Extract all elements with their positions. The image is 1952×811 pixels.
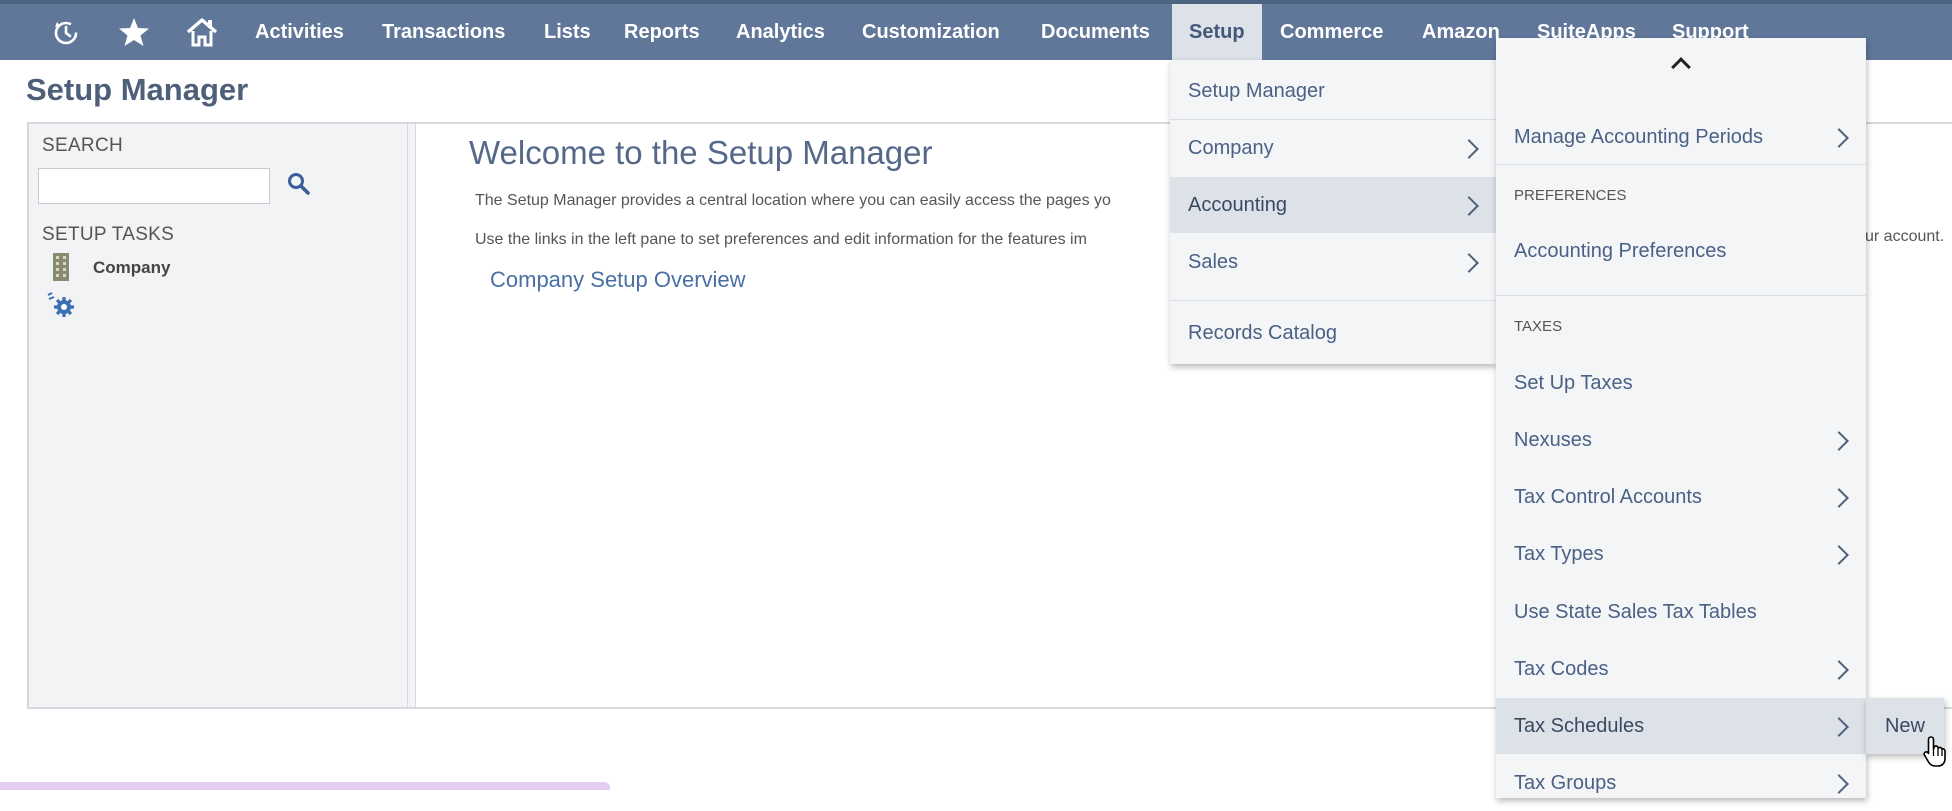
menu-item-tax-groups[interactable]: Tax Groups (1496, 755, 1866, 811)
nav-setup[interactable]: Setup (1172, 4, 1262, 60)
menu-item-accounting-preferences[interactable]: Accounting Preferences (1496, 223, 1866, 279)
menu-item-tax-codes[interactable]: Tax Codes (1496, 641, 1866, 697)
building-icon (52, 253, 70, 286)
nav-lists[interactable]: Lists (544, 4, 591, 60)
menu-item-manage-accounting-periods[interactable]: Manage Accounting Periods (1496, 109, 1866, 165)
company-setup-overview-link[interactable]: Company Setup Overview (490, 267, 746, 293)
nav-documents[interactable]: Documents (1041, 4, 1150, 60)
nav-customization[interactable]: Customization (862, 4, 1000, 60)
menu-item-sales[interactable]: Sales (1170, 234, 1496, 290)
menu-item-nexuses[interactable]: Nexuses (1496, 412, 1866, 468)
home-icon[interactable] (180, 10, 224, 54)
accounting-submenu: Manage Accounting Periods PREFERENCES Ac… (1496, 38, 1866, 798)
nav-analytics[interactable]: Analytics (736, 4, 825, 60)
menu-divider (1170, 300, 1496, 301)
left-pane (27, 122, 413, 709)
nav-transactions[interactable]: Transactions (382, 4, 505, 60)
menu-item-set-up-taxes[interactable]: Set Up Taxes (1496, 355, 1866, 411)
recent-icon[interactable] (44, 10, 88, 54)
welcome-intro-text: The Setup Manager provides a central loc… (475, 192, 1111, 209)
bottom-notification-bar (0, 782, 610, 790)
nav-activities[interactable]: Activities (255, 4, 344, 60)
menu-section-preferences: PREFERENCES (1514, 187, 1627, 204)
setup-task-company[interactable]: Company (93, 258, 170, 278)
nav-amazon[interactable]: Amazon (1422, 4, 1500, 60)
search-input[interactable] (38, 168, 270, 204)
star-icon[interactable] (112, 10, 156, 54)
menu-item-tax-schedules[interactable]: Tax Schedules (1496, 698, 1866, 754)
setup-menu: Setup Manager Company Accounting Sales R… (1170, 60, 1496, 364)
menu-section-taxes: TAXES (1514, 318, 1563, 335)
welcome-instructions-tail: ur account. (1865, 228, 1945, 245)
gear-icon[interactable] (46, 291, 78, 324)
menu-divider (1496, 295, 1866, 296)
menu-divider (1496, 164, 1866, 165)
welcome-instructions-text: Use the links in the left pane to set pr… (475, 231, 1087, 248)
search-label: SEARCH (42, 135, 123, 156)
chevron-up-icon[interactable] (1671, 57, 1691, 77)
menu-item-tax-control-accounts[interactable]: Tax Control Accounts (1496, 469, 1866, 525)
nav-reports[interactable]: Reports (624, 4, 700, 60)
menu-item-accounting[interactable]: Accounting (1170, 177, 1496, 233)
setup-tasks-label: SETUP TASKS (42, 224, 175, 245)
hand-cursor-icon (1922, 735, 1950, 774)
menu-item-company[interactable]: Company (1170, 120, 1496, 176)
menu-item-tax-types[interactable]: Tax Types (1496, 526, 1866, 582)
search-icon[interactable] (286, 171, 312, 197)
nav-commerce[interactable]: Commerce (1280, 4, 1383, 60)
page-title: Setup Manager (26, 72, 249, 107)
menu-item-use-state-sales-tax-tables[interactable]: Use State Sales Tax Tables (1496, 584, 1866, 640)
welcome-heading: Welcome to the Setup Manager (469, 134, 933, 171)
menu-item-records-catalog[interactable]: Records Catalog (1170, 305, 1496, 361)
pane-splitter[interactable] (407, 124, 416, 707)
menu-item-setup-manager[interactable]: Setup Manager (1170, 63, 1496, 119)
